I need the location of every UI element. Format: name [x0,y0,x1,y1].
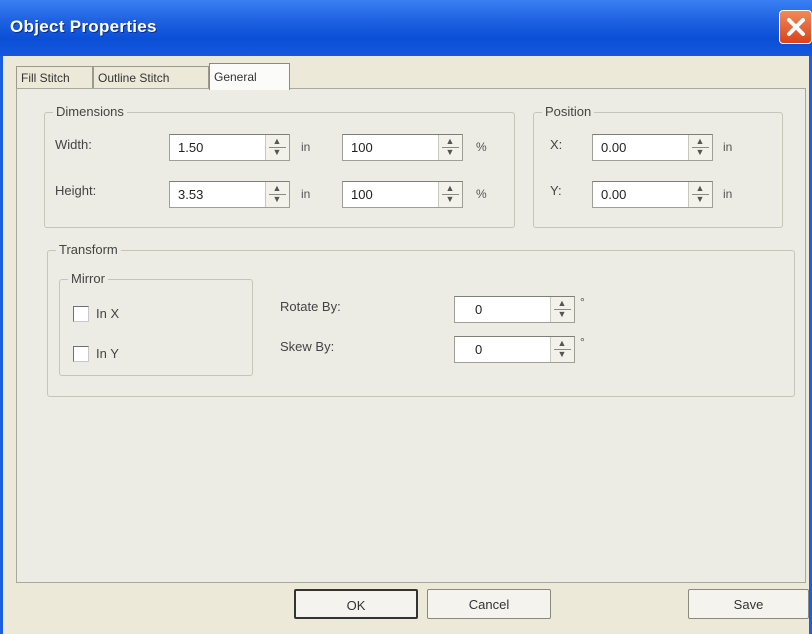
mirror-group: Mirror In X In Y [59,271,253,376]
x-spinner[interactable]: 0.00 ▲ ▼ [592,134,713,161]
mirror-legend: Mirror [68,271,108,286]
rotate-spinner[interactable]: 0 ▲ ▼ [454,296,575,323]
x-value: 0.00 [601,140,627,155]
width-percent-value: 100 [351,140,373,155]
dimensions-legend: Dimensions [53,104,127,119]
x-label: X: [550,137,563,152]
spin-up-icon[interactable]: ▲ [695,183,705,193]
height-value: 3.53 [178,187,204,202]
height-unit: in [301,187,311,201]
tab-label: General [214,70,257,84]
spin-down-icon[interactable]: ▼ [272,147,282,157]
x-spinner-buttons[interactable]: ▲ ▼ [688,135,712,160]
spin-up-icon[interactable]: ▲ [272,136,282,146]
height-label: Height: [55,183,97,198]
y-value: 0.00 [601,187,627,202]
spin-up-icon[interactable]: ▲ [695,136,705,146]
skew-spinner-buttons[interactable]: ▲ ▼ [550,337,574,362]
transform-legend: Transform [56,242,121,257]
tab-label: Outline Stitch [98,71,170,85]
spin-up-icon[interactable]: ▲ [445,136,455,146]
rotate-spinner-buttons[interactable]: ▲ ▼ [550,297,574,322]
mirror-in-y-checkbox[interactable] [73,346,89,362]
tab-label: Fill Stitch [21,71,70,85]
height-spinner[interactable]: 3.53 ▲ ▼ [169,181,290,208]
close-button[interactable] [779,10,812,44]
dialog-body: Fill Stitch Outline Stitch General Dimen… [0,56,812,634]
width-unit: in [301,140,311,154]
spin-down-icon[interactable]: ▼ [272,194,282,204]
y-spinner[interactable]: 0.00 ▲ ▼ [592,181,713,208]
spin-up-icon[interactable]: ▲ [557,298,567,308]
tab-outline-stitch[interactable]: Outline Stitch [93,66,209,89]
mirror-in-x-label: In X [96,306,120,321]
cancel-button[interactable]: Cancel [427,589,551,619]
tab-fill-stitch[interactable]: Fill Stitch [16,66,93,89]
rotate-value: 0 [475,302,483,317]
spin-up-icon[interactable]: ▲ [557,338,567,348]
tab-general[interactable]: General [209,63,290,90]
position-group: Position X: 0.00 ▲ ▼ in Y: 0.00 ▲ ▼ in [533,104,783,228]
width-percent-spinner-buttons[interactable]: ▲ ▼ [438,135,462,160]
spin-up-icon[interactable]: ▲ [445,183,455,193]
close-icon [787,18,805,36]
height-percent-value: 100 [351,187,373,202]
title-bar: Object Properties [0,0,812,56]
rotate-unit: ° [580,295,585,309]
tab-panel-general: Dimensions Width: 1.50 ▲ ▼ in 100 ▲ ▼ % … [16,88,806,583]
transform-group: Transform Mirror In X In Y Rotate By: 0 … [47,242,795,397]
width-spinner[interactable]: 1.50 ▲ ▼ [169,134,290,161]
position-legend: Position [542,104,595,119]
save-button[interactable]: Save [688,589,809,619]
height-spinner-buttons[interactable]: ▲ ▼ [265,182,289,207]
skew-spinner[interactable]: 0 ▲ ▼ [454,336,575,363]
spin-down-icon[interactable]: ▼ [557,309,567,319]
height-percent-spinner[interactable]: 100 ▲ ▼ [342,181,463,208]
spin-down-icon[interactable]: ▼ [557,349,567,359]
y-label: Y: [550,183,562,198]
spin-down-icon[interactable]: ▼ [695,147,705,157]
mirror-in-y-label: In Y [96,346,119,361]
skew-label: Skew By: [280,339,335,354]
width-percent-spinner[interactable]: 100 ▲ ▼ [342,134,463,161]
window-title: Object Properties [10,17,157,36]
dimensions-group: Dimensions Width: 1.50 ▲ ▼ in 100 ▲ ▼ % … [44,104,515,228]
spin-up-icon[interactable]: ▲ [272,183,282,193]
ok-button[interactable]: OK [294,589,418,619]
spin-down-icon[interactable]: ▼ [695,194,705,204]
width-spinner-buttons[interactable]: ▲ ▼ [265,135,289,160]
width-percent-unit: % [476,140,487,154]
rotate-label: Rotate By: [280,299,341,314]
skew-value: 0 [475,342,483,357]
height-percent-spinner-buttons[interactable]: ▲ ▼ [438,182,462,207]
spin-down-icon[interactable]: ▼ [445,194,455,204]
skew-unit: ° [580,335,585,349]
x-unit: in [723,140,733,154]
height-percent-unit: % [476,187,487,201]
width-label: Width: [55,137,92,152]
width-value: 1.50 [178,140,204,155]
y-spinner-buttons[interactable]: ▲ ▼ [688,182,712,207]
spin-down-icon[interactable]: ▼ [445,147,455,157]
mirror-in-x-checkbox[interactable] [73,306,89,322]
y-unit: in [723,187,733,201]
